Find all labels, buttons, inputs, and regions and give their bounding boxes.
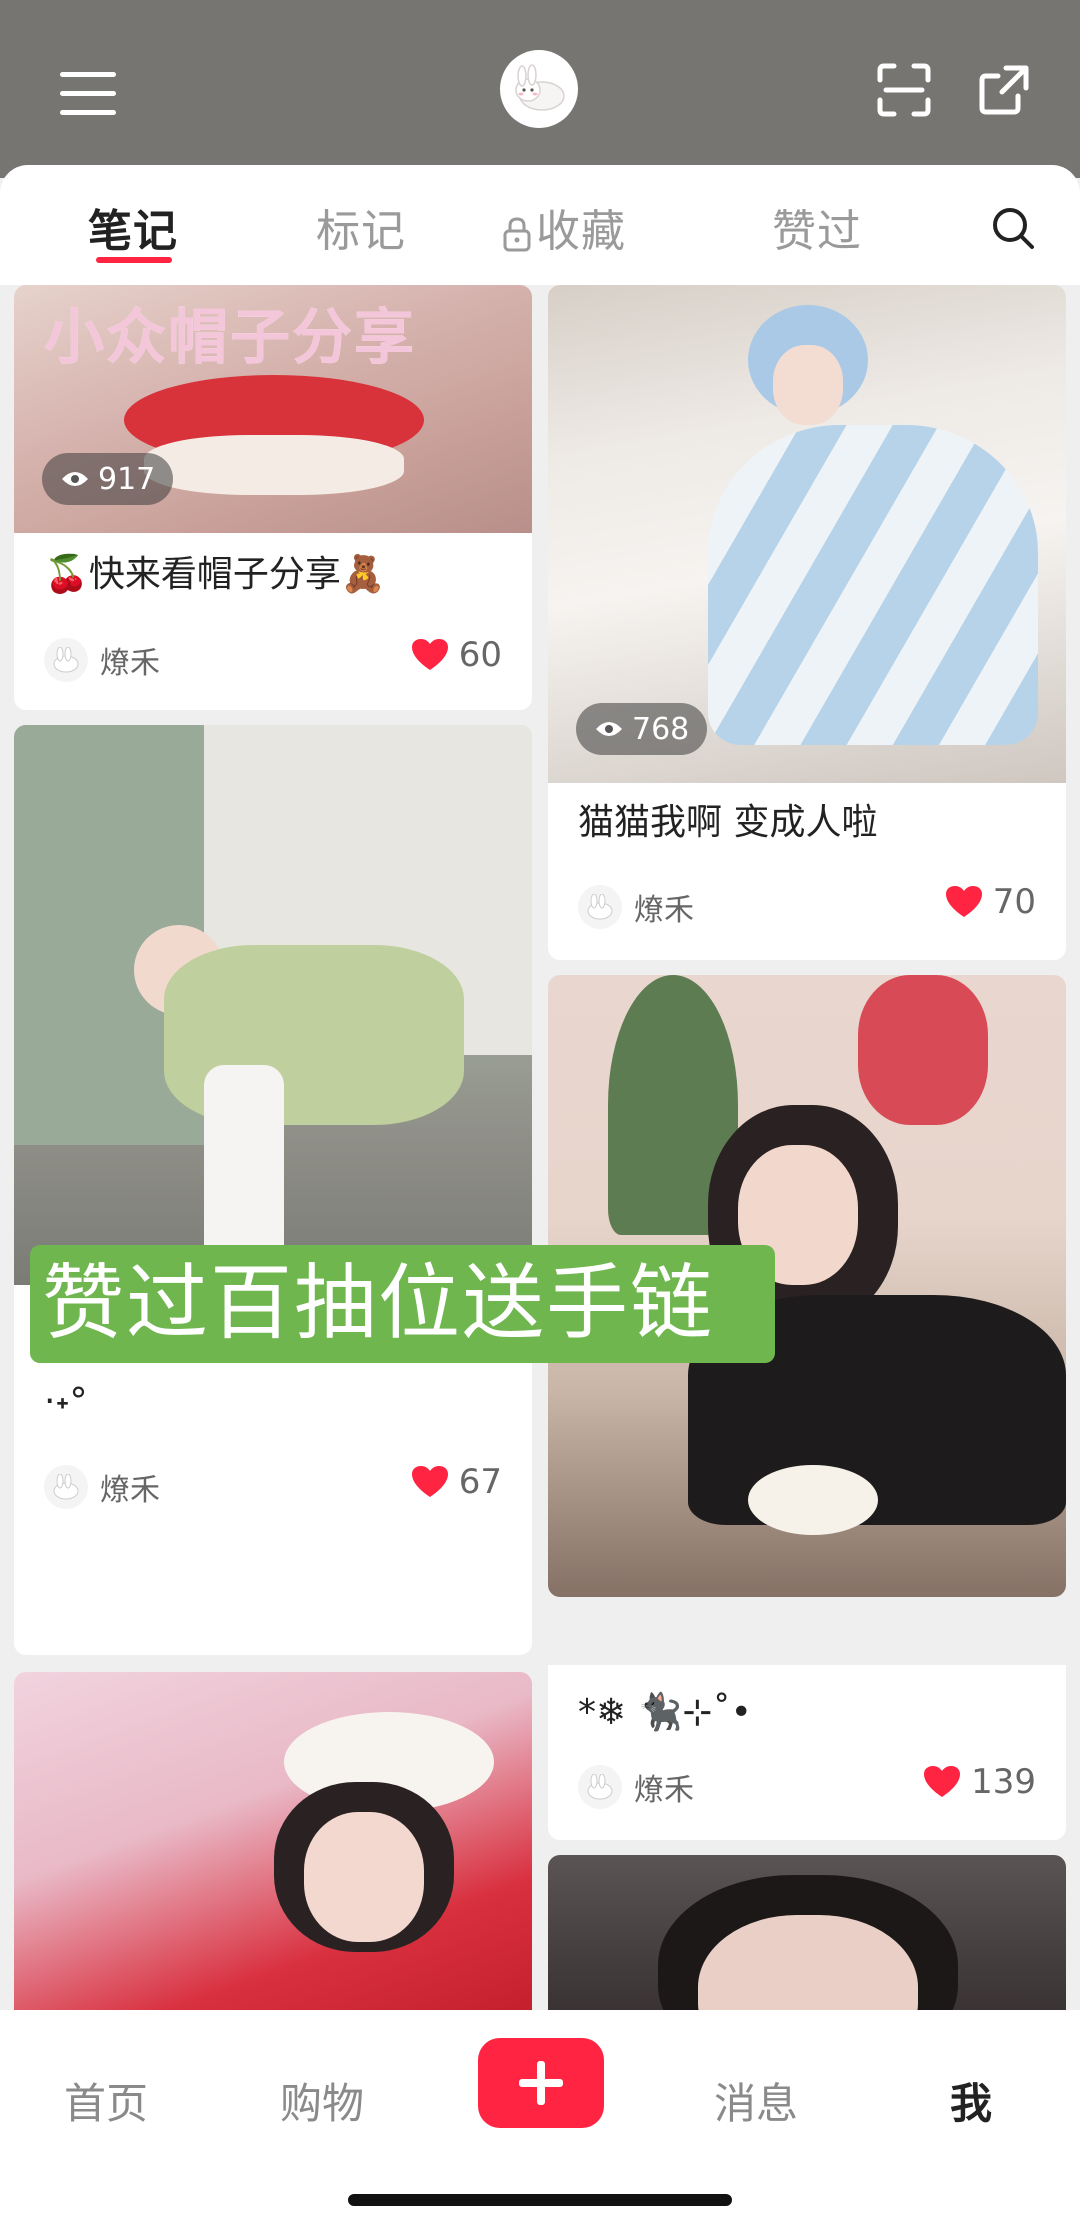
- face-shape: [773, 345, 843, 425]
- author[interactable]: 燎禾: [578, 1765, 694, 1809]
- note-card[interactable]: 768 猫猫我啊 变成人啦 燎禾 70: [548, 285, 1066, 960]
- share-icon[interactable]: [976, 62, 1032, 118]
- hat-brim: [144, 435, 404, 495]
- tab-collections[interactable]: 收藏: [502, 195, 626, 259]
- plus-icon: [519, 2061, 563, 2105]
- tab-collections-label: 收藏: [536, 206, 626, 257]
- author-avatar: [44, 638, 88, 682]
- active-tab-indicator: [96, 257, 172, 263]
- nav-home[interactable]: 首页: [64, 2070, 148, 2131]
- author-name: 燎禾: [100, 1473, 160, 1508]
- like-button[interactable]: 60: [411, 635, 502, 675]
- heart-icon: [411, 1466, 448, 1497]
- author-name: 燎禾: [634, 893, 694, 928]
- nav-messages[interactable]: 消息: [714, 2070, 798, 2131]
- tab-marks[interactable]: 标记: [316, 195, 406, 259]
- like-count: 70: [992, 882, 1036, 922]
- flowers-shape: [858, 975, 988, 1125]
- like-button[interactable]: 139: [923, 1762, 1036, 1802]
- tab-liked[interactable]: 赞过: [772, 195, 862, 259]
- promo-overlay-text: 赞过百抽位送手链: [30, 1245, 775, 1363]
- note-title: 🍒快来看帽子分享🧸: [44, 554, 386, 595]
- like-button[interactable]: 67: [411, 1462, 502, 1502]
- author[interactable]: 燎禾: [44, 638, 160, 682]
- author-avatar: [44, 1465, 88, 1509]
- search-icon[interactable]: [990, 205, 1036, 251]
- note-card[interactable]: [14, 1672, 532, 2010]
- note-photo: 小众帽子分享 917: [14, 285, 532, 533]
- tabs-bar: 笔记 标记 收藏 赞过: [0, 165, 1080, 285]
- profile-screen: 笔记 标记 收藏 赞过 小众帽子分享 917 🍒快来看帽子分享🧸 燎禾 60 7…: [0, 0, 1080, 2224]
- view-count-badge: 768: [576, 703, 708, 755]
- view-count-badge: 917: [42, 453, 174, 505]
- home-indicator: [348, 2194, 732, 2206]
- note-title: 猫猫我啊 变成人啦: [578, 802, 878, 843]
- blanket-shape: [708, 425, 1038, 745]
- tab-notes[interactable]: 笔记: [88, 195, 178, 259]
- like-count: 60: [458, 635, 502, 675]
- view-count: 768: [632, 711, 690, 747]
- heart-icon: [924, 1766, 961, 1797]
- author[interactable]: 燎禾: [578, 885, 694, 929]
- view-count: 917: [98, 461, 156, 497]
- eye-icon: [596, 722, 622, 736]
- note-card[interactable]: 小众帽子分享 917 🍒快来看帽子分享🧸 燎禾 60: [14, 285, 532, 710]
- bottom-navigation: 首页 购物 消息 我: [0, 2010, 1080, 2224]
- menu-icon[interactable]: [60, 72, 116, 116]
- author-avatar: [578, 1765, 622, 1809]
- nav-shopping[interactable]: 购物: [280, 2070, 364, 2131]
- author[interactable]: 燎禾: [44, 1465, 160, 1509]
- like-button[interactable]: 70: [945, 882, 1036, 922]
- like-count: 139: [971, 1762, 1036, 1802]
- nav-me[interactable]: 我: [950, 2070, 992, 2131]
- note-title: *❄ 🐈‍⬛⊹˚•: [578, 1692, 752, 1733]
- face-shape: [304, 1812, 424, 1942]
- heart-icon: [411, 639, 448, 670]
- author-name: 燎禾: [634, 1773, 694, 1808]
- scan-icon[interactable]: [876, 62, 932, 118]
- lock-icon: [503, 217, 531, 252]
- author-name: 燎禾: [100, 646, 160, 681]
- author-avatar: [578, 885, 622, 929]
- note-card[interactable]: [548, 1855, 1066, 2010]
- note-photo: 768: [548, 285, 1066, 783]
- top-header: [0, 0, 1080, 178]
- plate-shape: [748, 1465, 878, 1535]
- eye-icon: [62, 472, 88, 486]
- publish-button[interactable]: [478, 2038, 604, 2128]
- photo-caption: 小众帽子分享: [44, 303, 416, 373]
- heart-icon: [945, 886, 982, 917]
- note-card-footer[interactable]: *❄ 🐈‍⬛⊹˚• 燎禾 139: [548, 1665, 1066, 1840]
- bunny-avatar[interactable]: [500, 50, 578, 128]
- like-count: 67: [458, 1462, 502, 1502]
